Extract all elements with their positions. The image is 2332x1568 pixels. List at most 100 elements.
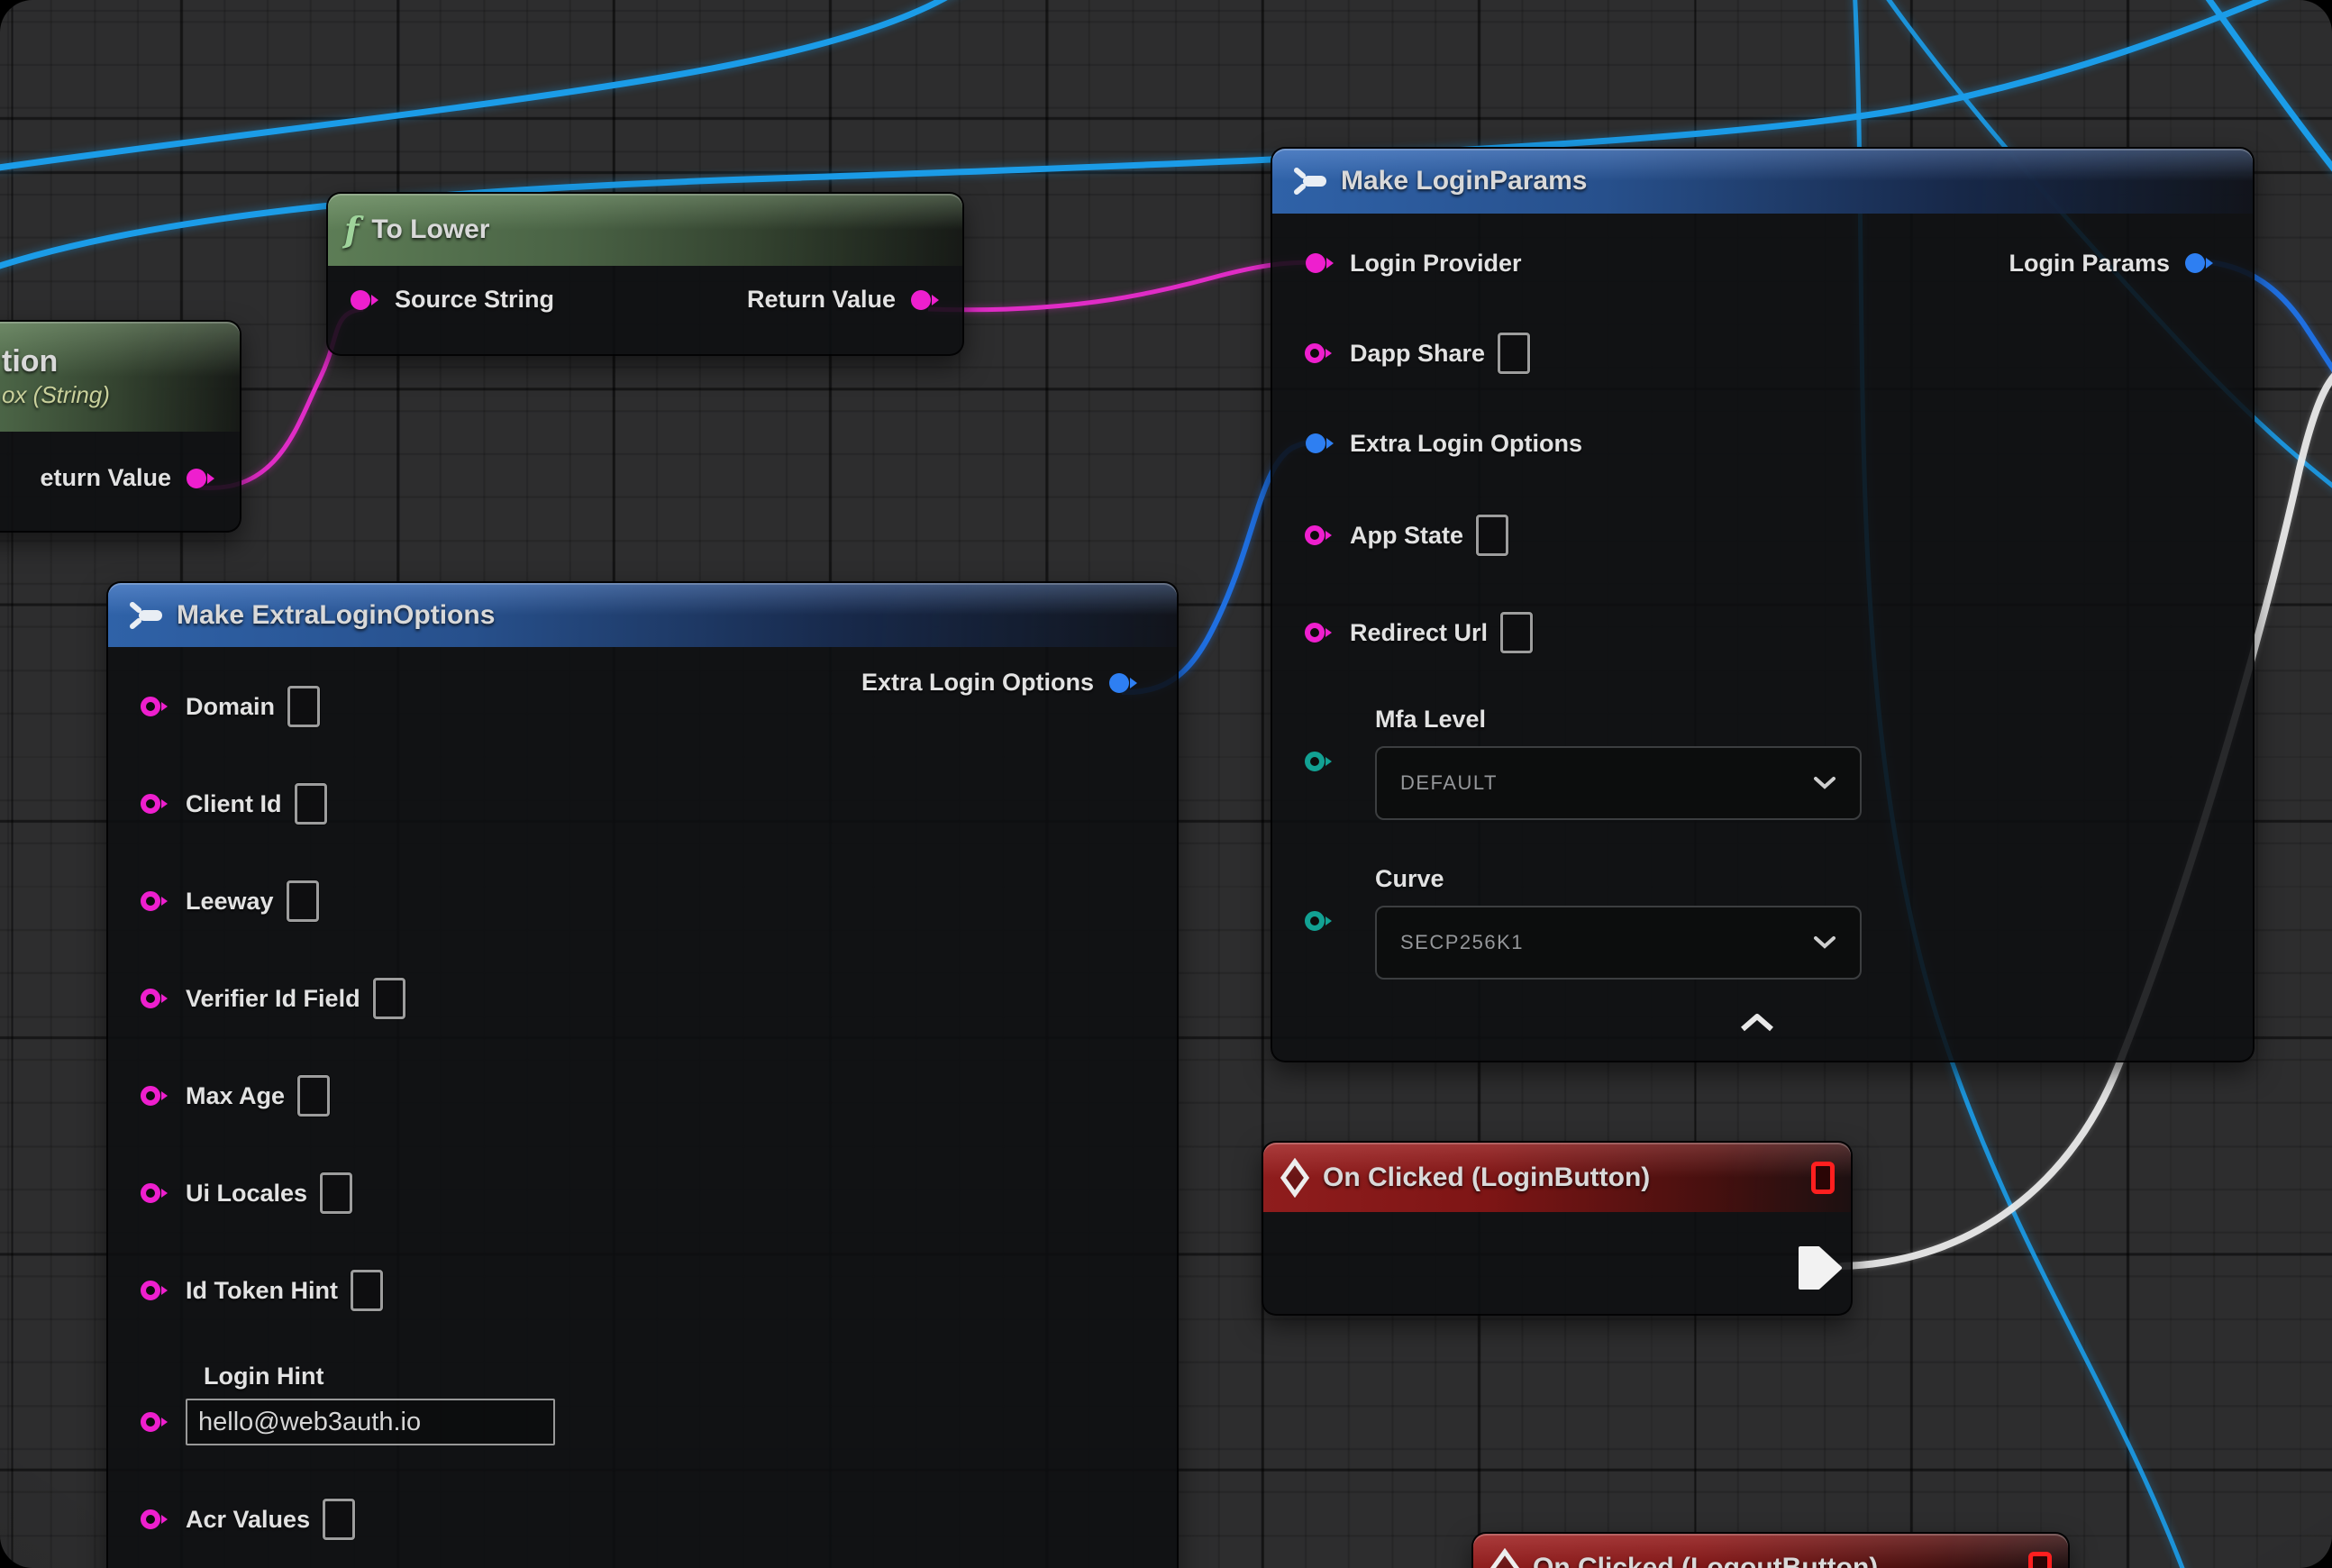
input-pin-mfa-level[interactable] [1303, 749, 1337, 774]
node-make-extra-login-options[interactable]: Make ExtraLoginOptions Domain Client Id [106, 581, 1179, 1568]
input-pin-curve[interactable] [1303, 908, 1337, 934]
input-pin-login-hint[interactable] [139, 1409, 173, 1435]
output-pin-extra-login-options[interactable] [1107, 670, 1141, 696]
input-pin-domain[interactable] [139, 694, 173, 719]
wire-tolower-to-loginprovider[interactable] [928, 262, 1318, 310]
input-pin-redirect-url[interactable] [1303, 620, 1337, 645]
pin-label: Id Token Hint [186, 1277, 338, 1305]
output-pin-return-value[interactable] [908, 287, 943, 313]
acr-values-checkbox[interactable] [323, 1499, 355, 1540]
pin-label: Redirect Url [1350, 619, 1488, 647]
pin-label: Extra Login Options [1350, 430, 1582, 458]
pin-label: Login Params [2009, 250, 2170, 278]
pin-label: Return Value [747, 286, 896, 314]
pin-label: Client Id [186, 790, 282, 818]
node-title: On Clicked (LogoutButton) [1533, 1553, 1878, 1568]
curve-value: SECP256K1 [1400, 931, 1524, 954]
collapse-pins-chevron[interactable] [1737, 1012, 1777, 1034]
client-id-checkbox[interactable] [295, 783, 327, 825]
event-diamond-icon [1489, 1548, 1520, 1568]
input-pin-verifier-id-field[interactable] [139, 986, 173, 1011]
pin-row-ui-locales: Ui Locales [139, 1144, 1177, 1242]
pin-row-dapp-share: Dapp Share [1303, 328, 1530, 378]
verifier-id-field-checkbox[interactable] [373, 978, 405, 1019]
pin-label: Max Age [186, 1082, 285, 1110]
dapp-share-checkbox[interactable] [1498, 333, 1530, 374]
ui-locales-checkbox[interactable] [320, 1172, 352, 1214]
source-string-row: Source String [348, 286, 554, 314]
max-age-checkbox[interactable] [297, 1075, 330, 1117]
node-make-login-params-header[interactable]: Make LoginParams [1272, 149, 2253, 214]
node-to-lower-header[interactable]: f To Lower [328, 194, 962, 266]
function-icon: f [344, 213, 359, 247]
pin-row-acr-values: Acr Values [139, 1472, 1177, 1567]
input-pin-max-age[interactable] [139, 1083, 173, 1108]
return-value-row: Return Value [747, 286, 943, 314]
pin-label: Ui Locales [186, 1180, 307, 1208]
pin-label: Domain [186, 693, 275, 721]
pin-row-id-token-hint: Id Token Hint [139, 1242, 1177, 1339]
pin-label: App State [1350, 522, 1463, 550]
input-pin-extra-login-options[interactable] [1303, 431, 1337, 456]
curve-label: Curve [1375, 865, 1444, 893]
pin-block-login-hint: Login Hint [139, 1363, 1177, 1450]
pin-label: Source String [395, 286, 554, 314]
leeway-checkbox[interactable] [287, 880, 319, 922]
node-on-clicked-logout-button[interactable]: On Clicked (LogoutButton) [1471, 1532, 2070, 1568]
input-pin-id-token-hint[interactable] [139, 1278, 173, 1303]
redirect-url-checkbox[interactable] [1500, 612, 1533, 653]
login-hint-input[interactable] [186, 1399, 555, 1445]
input-pin-ui-locales[interactable] [139, 1181, 173, 1206]
node-on-clicked-logout-header[interactable]: On Clicked (LogoutButton) [1473, 1534, 2068, 1568]
node-make-login-params[interactable]: Make LoginParams Login Provider Dapp Sha… [1271, 147, 2255, 1062]
node-text-source-partial[interactable]: tion ox (String) eturn Value [0, 320, 241, 533]
wire-blue-topleft[interactable] [0, 0, 964, 171]
pin-label: Verifier Id Field [186, 985, 360, 1013]
node-text-source-header[interactable]: tion ox (String) [0, 322, 240, 432]
pin-label: Acr Values [186, 1506, 310, 1534]
make-struct-icon [1289, 163, 1328, 199]
input-pin-app-state[interactable] [1303, 523, 1337, 548]
node-title: On Clicked (LoginButton) [1323, 1162, 1650, 1193]
pin-row-client-id: Client Id [139, 755, 1177, 852]
chevron-down-icon [1813, 776, 1836, 790]
node-title: Make LoginParams [1341, 166, 1587, 196]
chevron-down-icon [1813, 935, 1836, 950]
mfa-level-label: Mfa Level [1375, 706, 1486, 734]
input-pin-login-provider[interactable] [1303, 251, 1337, 276]
output-row-extra-login-options: Extra Login Options [861, 669, 1141, 697]
node-on-clicked-login-button[interactable]: On Clicked (LoginButton) [1262, 1141, 1853, 1316]
output-pin-login-params[interactable] [2182, 251, 2217, 276]
input-pin-acr-values[interactable] [139, 1507, 173, 1532]
node-title: To Lower [371, 214, 489, 245]
pin-row-app-state: App State [1303, 510, 1508, 561]
pin-label: eturn Value [40, 464, 171, 492]
pin-label: Login Hint [204, 1363, 1177, 1390]
widget-event-indicator [2028, 1552, 2052, 1568]
app-state-checkbox[interactable] [1476, 515, 1508, 556]
pin-row-extra-login-options: Extra Login Options [1303, 418, 1582, 469]
domain-checkbox[interactable] [287, 686, 320, 727]
input-pin-leeway[interactable] [139, 889, 173, 914]
node-subtitle: ox (String) [2, 381, 110, 409]
mfa-level-dropdown[interactable]: DEFAULT [1375, 746, 1862, 820]
pin-row-max-age: Max Age [139, 1047, 1177, 1144]
pin-row-redirect-url: Redirect Url [1303, 607, 1533, 658]
blueprint-graph-canvas[interactable]: tion ox (String) eturn Value f To Lower … [0, 0, 2332, 1568]
id-token-hint-checkbox[interactable] [351, 1270, 383, 1311]
login-hint-input-row [139, 1394, 1177, 1450]
pin-label: Extra Login Options [861, 669, 1094, 697]
input-pin-client-id[interactable] [139, 791, 173, 816]
pin-row-leeway: Leeway [139, 852, 1177, 950]
input-pin-dapp-share[interactable] [1303, 341, 1337, 366]
node-to-lower[interactable]: f To Lower Source String Return Value [326, 192, 964, 356]
pin-row-verifier-id-field: Verifier Id Field [139, 950, 1177, 1047]
curve-dropdown[interactable]: SECP256K1 [1375, 906, 1862, 980]
input-pin-source-string[interactable] [348, 287, 382, 313]
output-pin-return-value[interactable] [184, 466, 218, 491]
pin-label: Leeway [186, 888, 274, 916]
node-make-extra-login-options-header[interactable]: Make ExtraLoginOptions [108, 583, 1177, 647]
exec-output-pin[interactable] [1795, 1244, 1845, 1291]
pin-label: Dapp Share [1350, 340, 1485, 368]
node-on-clicked-login-header[interactable]: On Clicked (LoginButton) [1263, 1143, 1851, 1212]
